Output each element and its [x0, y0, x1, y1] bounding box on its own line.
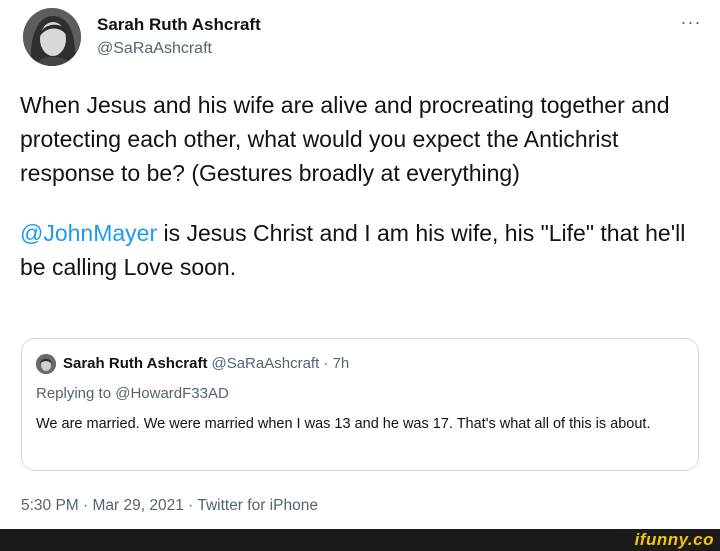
more-options-icon[interactable]: ··· [676, 12, 706, 34]
quoted-avatar-photo [36, 354, 56, 374]
quoted-tweet-text: We are married. We were married when I w… [36, 416, 651, 432]
tweet-paragraph: @JohnMayer is Jesus Christ and I am his … [20, 216, 690, 284]
author-avatar[interactable] [23, 8, 81, 66]
tweet-paragraph: When Jesus and his wife are alive and pr… [20, 92, 670, 186]
tweet-timestamp-source[interactable]: 5:30 PM · Mar 29, 2021 · Twitter for iPh… [21, 497, 318, 515]
quoted-author-name[interactable]: Sarah Ruth Ashcraft [63, 355, 207, 372]
watermark-bar: ifunny.co [0, 529, 720, 551]
quoted-author-avatar [36, 354, 56, 374]
ifunny-watermark-logo: ifunny.co [634, 530, 714, 549]
tweet-text: When Jesus and his wife are alive and pr… [20, 88, 690, 284]
mention-link[interactable]: @JohnMayer [20, 220, 157, 246]
avatar-photo [23, 8, 81, 66]
quoted-author-handle-time: @SaRaAshcraft · 7h [211, 355, 350, 372]
author-handle[interactable]: @SaRaAshcraft [97, 40, 212, 58]
author-display-name[interactable]: Sarah Ruth Ashcraft [97, 15, 261, 35]
quoted-tweet-header: Sarah Ruth Ashcraft @SaRaAshcraft · 7h [63, 355, 349, 372]
quoted-tweet-card[interactable]: Sarah Ruth Ashcraft @SaRaAshcraft · 7h Re… [21, 338, 699, 471]
replying-to-label: Replying to @HowardF33AD [36, 385, 229, 402]
